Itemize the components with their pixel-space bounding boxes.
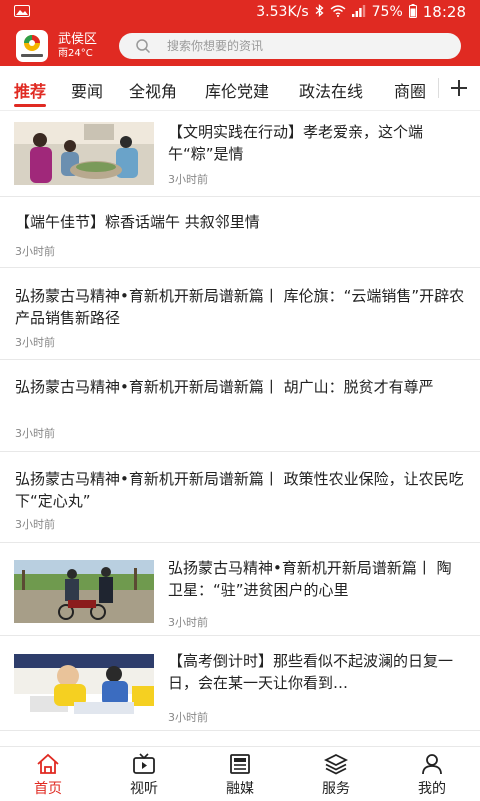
signal-icon — [351, 4, 366, 20]
news-time: 3小时前 — [15, 518, 55, 531]
news-title: 弘扬蒙古马精神•育新机开新局谱新篇丨 胡广山：脱贫才有尊严 — [15, 378, 434, 396]
layers-icon — [324, 753, 348, 775]
nav-label: 我的 — [418, 781, 446, 797]
news-title: 【端午佳节】粽香话端午 共叙邻里情 — [15, 213, 260, 231]
news-time: 3小时前 — [15, 427, 55, 440]
active-tab-indicator — [14, 104, 46, 107]
network-speed: 3.53K/s — [256, 4, 309, 20]
add-channel-button[interactable] — [438, 66, 480, 110]
newspaper-icon — [230, 754, 250, 774]
tab-all-view[interactable]: 全视角 — [129, 78, 177, 102]
bottom-navigation: 首页 视听 融媒 服务 我的 — [0, 746, 480, 801]
news-title: 【高考倒计时】那些看似不起波澜的日复一日，会在某一天让你看到… — [168, 652, 454, 692]
news-title: 弘扬蒙古马精神•育新机开新局谱新篇丨 库伦旗：“云端销售”开辟农产品销售新路径 — [15, 287, 465, 327]
news-item[interactable]: 【高考倒计时】那些看似不起波澜的日复一日，会在某一天让你看到… 3小时前 — [0, 635, 480, 731]
news-item[interactable]: 弘扬蒙古马精神•育新机开新局谱新篇丨 胡广山：脱贫才有尊严 3小时前 — [0, 359, 480, 452]
nav-label: 服务 — [322, 781, 350, 797]
plus-icon — [451, 80, 467, 96]
status-bar: 3.53K/s 75% 18:28 — [0, 0, 480, 24]
nav-services[interactable]: 服务 — [288, 747, 384, 801]
tab-divider — [438, 78, 439, 98]
news-item[interactable]: 【文明实践在行动】孝老爱亲，这个端午“粽”是情 3小时前 — [0, 110, 480, 197]
bluetooth-icon — [315, 4, 324, 20]
tab-party-building[interactable]: 库伦党建 — [205, 78, 269, 102]
search-input[interactable] — [165, 38, 449, 54]
news-item[interactable]: 弘扬蒙古马精神•育新机开新局谱新篇丨 陶卫星：“驻”进贫困户的心里 3小时前 — [0, 542, 480, 636]
news-thumbnail — [14, 122, 154, 185]
news-thumbnail — [14, 654, 154, 717]
weather-text: 雨24°C — [58, 48, 93, 59]
home-icon — [37, 753, 59, 774]
location-name: 武侯区 — [58, 32, 98, 47]
nav-mine[interactable]: 我的 — [384, 747, 480, 801]
news-title: 弘扬蒙古马精神•育新机开新局谱新篇丨 政策性农业保险，让农民吃下“定心丸” — [15, 470, 464, 510]
search-icon — [136, 39, 151, 54]
news-time: 3小时前 — [168, 616, 208, 629]
nav-audio-video[interactable]: 视听 — [96, 747, 192, 801]
app-header: 3.53K/s 75% 18:28 武侯区 雨24°C 搜索你想要的资讯 — [0, 0, 480, 66]
nav-label: 视听 — [130, 781, 158, 797]
user-icon — [422, 754, 442, 775]
battery-icon — [408, 3, 417, 21]
news-item[interactable]: 弘扬蒙古马精神•育新机开新局谱新篇丨 库伦旗：“云端销售”开辟农产品销售新路径 … — [0, 267, 480, 360]
battery-level: 75% — [371, 4, 403, 20]
news-thumbnail — [14, 560, 154, 623]
tab-business[interactable]: 商圈 — [394, 78, 426, 102]
clock: 18:28 — [422, 3, 466, 21]
news-item[interactable]: 【端午佳节】粽香话端午 共叙邻里情 3小时前 — [0, 196, 480, 268]
news-time: 3小时前 — [15, 336, 55, 349]
nav-label: 首页 — [34, 781, 62, 797]
location-weather[interactable]: 武侯区 雨24°C — [58, 32, 97, 60]
news-title: 【文明实践在行动】孝老爱亲，这个端午“粽”是情 — [168, 123, 424, 163]
news-item[interactable]: 弘扬蒙古马精神•育新机开新局谱新篇丨 政策性农业保险，让农民吃下“定心丸” 3小… — [0, 451, 480, 543]
news-title: 弘扬蒙古马精神•育新机开新局谱新篇丨 陶卫星：“驻”进贫困户的心里 — [168, 559, 452, 599]
news-time: 3小时前 — [168, 173, 208, 186]
wifi-icon — [330, 4, 346, 20]
tab-law-online[interactable]: 政法在线 — [299, 78, 363, 102]
app-logo — [16, 30, 48, 62]
search-bar[interactable] — [119, 33, 461, 59]
news-time: 3小时前 — [168, 711, 208, 724]
nav-label: 融媒 — [226, 781, 254, 797]
news-time: 3小时前 — [15, 245, 55, 258]
nav-media[interactable]: 融媒 — [192, 747, 288, 801]
nav-home[interactable]: 首页 — [0, 747, 96, 801]
gallery-icon — [14, 5, 30, 21]
channel-tabs: 推荐 要闻 全视角 库伦党建 政法在线 商圈 — [0, 66, 480, 111]
tab-headlines[interactable]: 要闻 — [71, 78, 103, 102]
tv-icon — [133, 753, 155, 774]
tab-recommend[interactable]: 推荐 — [14, 78, 46, 102]
